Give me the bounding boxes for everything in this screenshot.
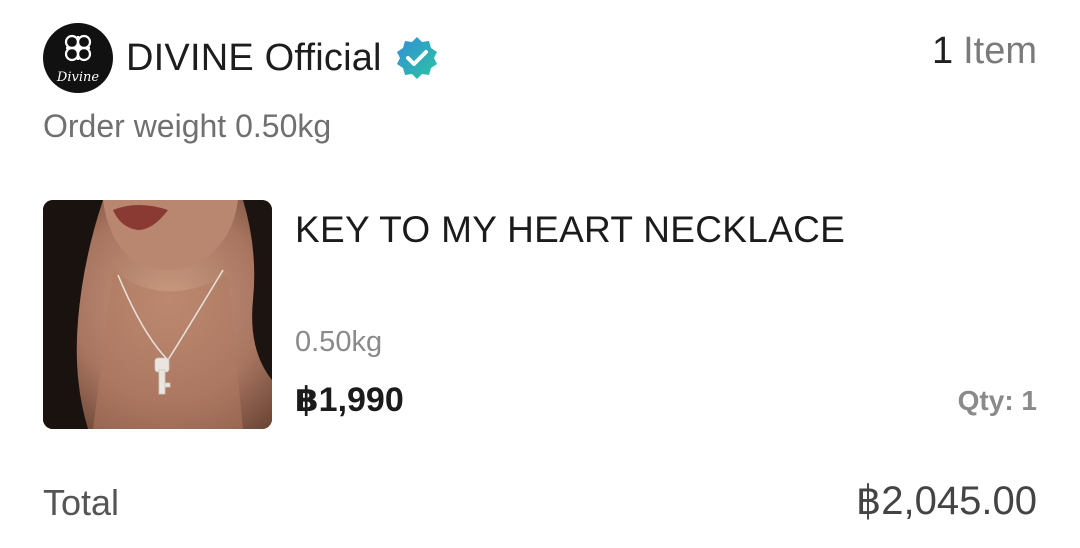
product-image[interactable]: [43, 200, 272, 429]
item-count-label: Item: [963, 30, 1037, 72]
product-price: ฿1,990: [295, 381, 404, 419]
product-weight: 0.50kg: [295, 326, 383, 358]
divine-logo-icon[interactable]: Divine: [43, 23, 113, 93]
total-value: ฿2,045.00: [855, 479, 1037, 523]
store-header[interactable]: Divine DIVINE Official: [43, 23, 440, 93]
verified-badge-icon: [394, 35, 440, 81]
product-quantity: Qty: 1: [957, 385, 1037, 416]
order-summary-card: Divine DIVINE Official 1 Item Order weig…: [0, 0, 1080, 548]
logo-wordmark: Divine: [56, 70, 99, 85]
order-weight: Order weight 0.50kg: [43, 108, 332, 144]
item-count: 1 Item: [932, 30, 1037, 73]
total-label: Total: [43, 482, 120, 523]
item-count-number: 1: [931, 30, 954, 72]
store-name[interactable]: DIVINE Official: [126, 37, 382, 80]
product-title[interactable]: KEY TO MY HEART NECKLACE: [295, 209, 845, 251]
